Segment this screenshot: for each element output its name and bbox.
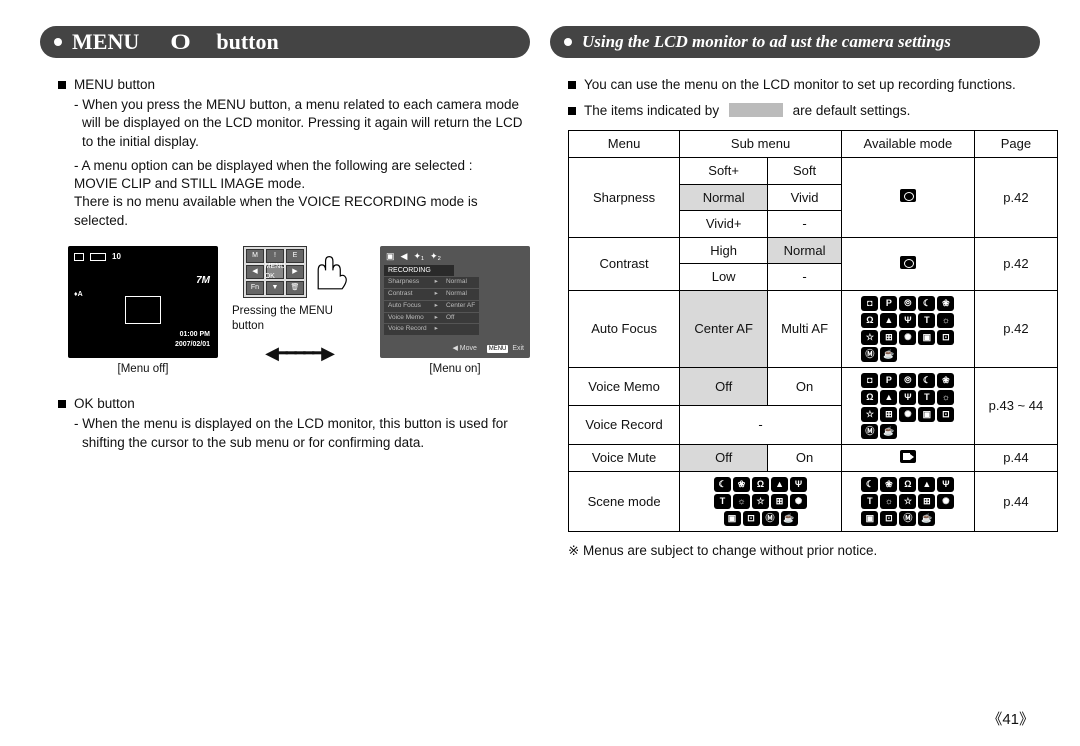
lcd-focus-frame [125, 296, 161, 324]
camera-icon [900, 256, 916, 269]
menu-voicerecord: Voice Record [569, 406, 680, 445]
menu-sharpness: Sharpness [569, 157, 680, 237]
sharpness-dash: - [768, 211, 842, 238]
menu-autofocus: Auto Focus [569, 290, 680, 367]
sharpness-page: p.42 [974, 157, 1057, 237]
sharpness-vivid: Vivid [768, 184, 842, 211]
vm-on: On [768, 367, 842, 406]
af-multi: Multi AF [768, 290, 842, 367]
vr-dash: - [680, 406, 842, 445]
lcd-flash-icon: ♦A [74, 290, 83, 299]
menu-voicemute: Voice Mute [569, 444, 680, 471]
mute-on: On [768, 444, 842, 471]
mute-page: p.44 [974, 444, 1057, 471]
menu-voicememo: Voice Memo [569, 367, 680, 406]
menu-button-para-2c: There is no menu available when the VOIC… [74, 193, 530, 229]
header-left-o: O [171, 27, 192, 57]
vm-off: Off [680, 367, 768, 406]
sharpness-vividplus: Vivid+ [680, 211, 768, 238]
ok-button-heading: OK button [74, 395, 135, 413]
sharpness-softplus: Soft+ [680, 157, 768, 184]
menu-contrast: Contrast [569, 237, 680, 290]
hand-pressing-illustration: M!E ◀MENUOK▶ Fn▼🗑 [243, 246, 355, 298]
scene-mode-icons: ☾❀Ω▲Ψ T☼☆⊞✺ ▣⊡Ⓜ☕ [841, 472, 974, 532]
lcd-time: 01:00 PM [180, 330, 210, 339]
contrast-low: Low [680, 264, 768, 291]
th-menu: Menu [569, 131, 680, 158]
header-right-title: Using the LCD monitor to ad ust the came… [582, 31, 951, 54]
lcd-size-icon: 7M [196, 274, 210, 288]
header-dot-icon [54, 38, 62, 46]
button-grid-icon: M!E ◀MENUOK▶ Fn▼🗑 [243, 246, 307, 298]
sharpness-normal: Normal [680, 184, 768, 211]
right-intro-2a: The items indicated by [584, 103, 719, 118]
camera-icon [900, 189, 916, 202]
contrast-mode [841, 237, 974, 290]
section-header-left: MENU O button [40, 26, 530, 58]
square-bullet-icon [568, 81, 576, 89]
double-arrow-icon: ◀━━━━━▶ [265, 341, 333, 365]
illustration-row: 10 7M ♦A 01:00 PM 2007/02/01 [Menu off] … [68, 246, 530, 378]
menu-button-para-1: - When you press the MENU button, a menu… [74, 96, 530, 151]
lcd-count: 10 [112, 252, 121, 263]
menu-button-para-2b: MOVIE CLIP and STILL IMAGE mode. [74, 175, 530, 193]
lcd2-exit: Exit [512, 345, 524, 352]
press-menu-label: Pressing the MENU button [232, 304, 366, 335]
lcd-menu-on: ▣ ◀ ✦₁✦₂ RECORDING Sharpness▸Normal Cont… [380, 246, 530, 358]
movie-icon [900, 450, 916, 463]
af-center: Center AF [680, 290, 768, 367]
lcd-menu-off: 10 7M ♦A 01:00 PM 2007/02/01 [68, 246, 218, 358]
contrast-page: p.42 [974, 237, 1057, 290]
page-number: 《41》 [987, 710, 1034, 730]
header-dot-icon [564, 38, 572, 46]
voice-mode: ◘P⦾☾❀ Ω▲ΨT☼ ☆⊞✺▣⊡ Ⓜ☕ [841, 367, 974, 444]
scene-page: p.44 [974, 472, 1057, 532]
menu-button-heading: MENU button [74, 76, 155, 94]
default-swatch-icon [729, 103, 783, 117]
header-left-c: button [216, 29, 278, 54]
ok-button-para: - When the menu is displayed on the LCD … [74, 415, 530, 451]
caption-menu-off: [Menu off] [68, 362, 218, 378]
af-mode: ◘P⦾☾❀ Ω▲ΨT☼ ☆⊞✺▣⊡ Ⓜ☕ [841, 290, 974, 367]
right-intro-2b: are default settings. [793, 103, 911, 118]
af-page: p.42 [974, 290, 1057, 367]
lcd2-menu-chip: MENU [487, 345, 509, 353]
scene-submenu-icons: ☾❀Ω▲Ψ T☼☆⊞✺ ▣⊡Ⓜ☕ [680, 472, 842, 532]
contrast-high: High [680, 237, 768, 264]
table-footnote: ※ Menus are subject to change without pr… [568, 542, 1040, 560]
th-page: Page [974, 131, 1057, 158]
lcd2-sound-icon: ◀ [401, 250, 408, 262]
caption-menu-on: [Menu on] [380, 362, 530, 378]
mute-mode [841, 444, 974, 471]
right-intro-1: You can use the menu on the LCD monitor … [584, 76, 1016, 94]
square-bullet-icon [58, 400, 66, 408]
lcd2-recording-head: RECORDING [384, 265, 454, 276]
lcd2-move: Move [460, 345, 477, 352]
lcd-date: 2007/02/01 [175, 340, 210, 349]
section-header-right: Using the LCD monitor to ad ust the came… [550, 26, 1040, 58]
th-submenu: Sub menu [680, 131, 842, 158]
contrast-normal: Normal [768, 237, 842, 264]
contrast-dash: - [768, 264, 842, 291]
settings-table: Menu Sub menu Available mode Page Sharpn… [568, 130, 1058, 532]
sharpness-soft: Soft [768, 157, 842, 184]
square-bullet-icon [568, 107, 576, 115]
square-bullet-icon [58, 81, 66, 89]
lcd2-menu-table: Sharpness▸Normal Contrast▸Normal Auto Fo… [384, 277, 479, 336]
header-left-a: MENU [72, 29, 139, 54]
th-mode: Available mode [841, 131, 974, 158]
mute-off: Off [680, 444, 768, 471]
menu-scene: Scene mode [569, 472, 680, 532]
voice-page: p.43 ~ 44 [974, 367, 1057, 444]
menu-button-para-2a: - A menu option can be displayed when th… [74, 157, 530, 175]
hand-icon [309, 252, 355, 298]
lcd2-camera-icon: ▣ [386, 250, 395, 262]
sharpness-mode [841, 157, 974, 237]
